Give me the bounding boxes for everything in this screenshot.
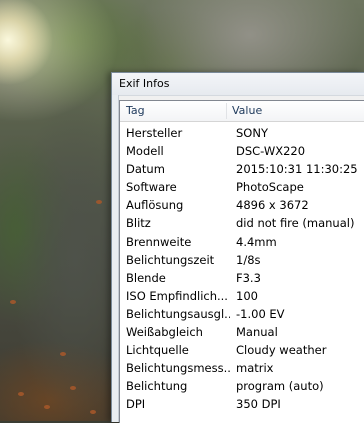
row-tag: Hersteller [126,126,183,140]
row-value: Cloudy weather [236,343,327,358]
leaf-decoration [96,200,102,204]
list-item[interactable]: Belichtung program (auto) [120,377,364,395]
exif-info-dialog[interactable]: Exif Infos Tag Value Hersteller SONY Mode… [111,72,364,423]
row-value: Manual [236,325,278,340]
row-tag: ISO Empfindlich... [126,288,228,303]
list-item[interactable]: Belichtungszeit 1/8s [120,251,364,269]
row-tag: Software [126,180,177,195]
exif-rows: Hersteller SONY Modell DSC-WX220 Datum 2015… [120,124,364,414]
list-item[interactable]: ISO Empfindlich... 100 [120,287,364,305]
dialog-title: Exif Infos [119,77,170,90]
list-item[interactable]: Lichtquelle Cloudy weather [120,341,364,359]
row-tag: Blitz [126,216,151,231]
leaf-decoration [18,392,24,396]
list-item[interactable]: Weißabgleich Manual [120,323,364,341]
exif-list-view[interactable]: Tag Value Hersteller SONY Modell DSC-WX220… [119,100,364,423]
row-value: program (auto) [236,379,324,394]
row-value: 100 [236,288,258,303]
row-value: DSC-WX220 [236,144,306,159]
list-item[interactable]: Belichtungsausgl... -1.00 EV [120,305,364,323]
leaf-decoration [70,386,76,390]
row-tag: Blende [126,270,166,285]
row-tag: Belichtungszeit [126,252,215,267]
list-item[interactable]: Blitz did not fire (manual) [120,214,364,232]
row-tag: Auflösung [126,198,184,213]
list-item[interactable]: Auflösung 4896 x 3672 [120,196,364,214]
row-tag: DPI [126,397,146,412]
row-value: F3.3 [236,270,261,285]
row-value: 4.4mm [236,234,277,249]
list-header: Tag Value [120,101,364,122]
leaf-decoration [44,405,50,409]
list-item[interactable]: DPI 350 DPI [120,395,364,413]
dialog-frame-edge [112,95,119,422]
column-header-value[interactable]: Value [232,104,262,117]
list-item[interactable]: Belichtungsmess... matrix [120,359,364,377]
row-value: SONY [236,126,268,140]
leaf-decoration [90,410,96,414]
row-tag: Lichtquelle [126,343,189,358]
row-value: 4896 x 3672 [236,198,309,213]
list-item[interactable]: Hersteller SONY [120,124,364,142]
list-item[interactable]: Brennweite 4.4mm [120,233,364,251]
list-item[interactable]: Software PhotoScape [120,178,364,196]
list-item[interactable]: Blende F3.3 [120,269,364,287]
list-item[interactable]: Modell DSC-WX220 [120,142,364,160]
row-tag: Belichtungsmess... [126,361,230,376]
row-tag: Datum [126,162,165,177]
row-value: matrix [236,361,274,376]
column-header-tag[interactable]: Tag [126,104,145,117]
leaf-decoration [60,352,66,356]
leaf-decoration [10,300,16,304]
row-tag: Brennweite [126,234,192,249]
row-value: 2015:10:31 11:30:25 [236,162,358,177]
row-tag: Belichtung [126,379,188,394]
row-value: 350 DPI [236,397,281,412]
row-tag: Belichtungsausgl... [126,306,230,321]
row-value: did not fire (manual) [236,216,355,231]
row-value: -1.00 EV [236,306,285,321]
row-value: PhotoScape [236,180,304,195]
column-separator[interactable] [226,103,227,119]
row-value: 1/8s [236,252,261,267]
dialog-titlebar[interactable]: Exif Infos [112,73,364,96]
row-tag: Weißabgleich [126,325,203,340]
list-item[interactable]: Datum 2015:10:31 11:30:25 [120,160,364,178]
row-tag: Modell [126,144,164,159]
